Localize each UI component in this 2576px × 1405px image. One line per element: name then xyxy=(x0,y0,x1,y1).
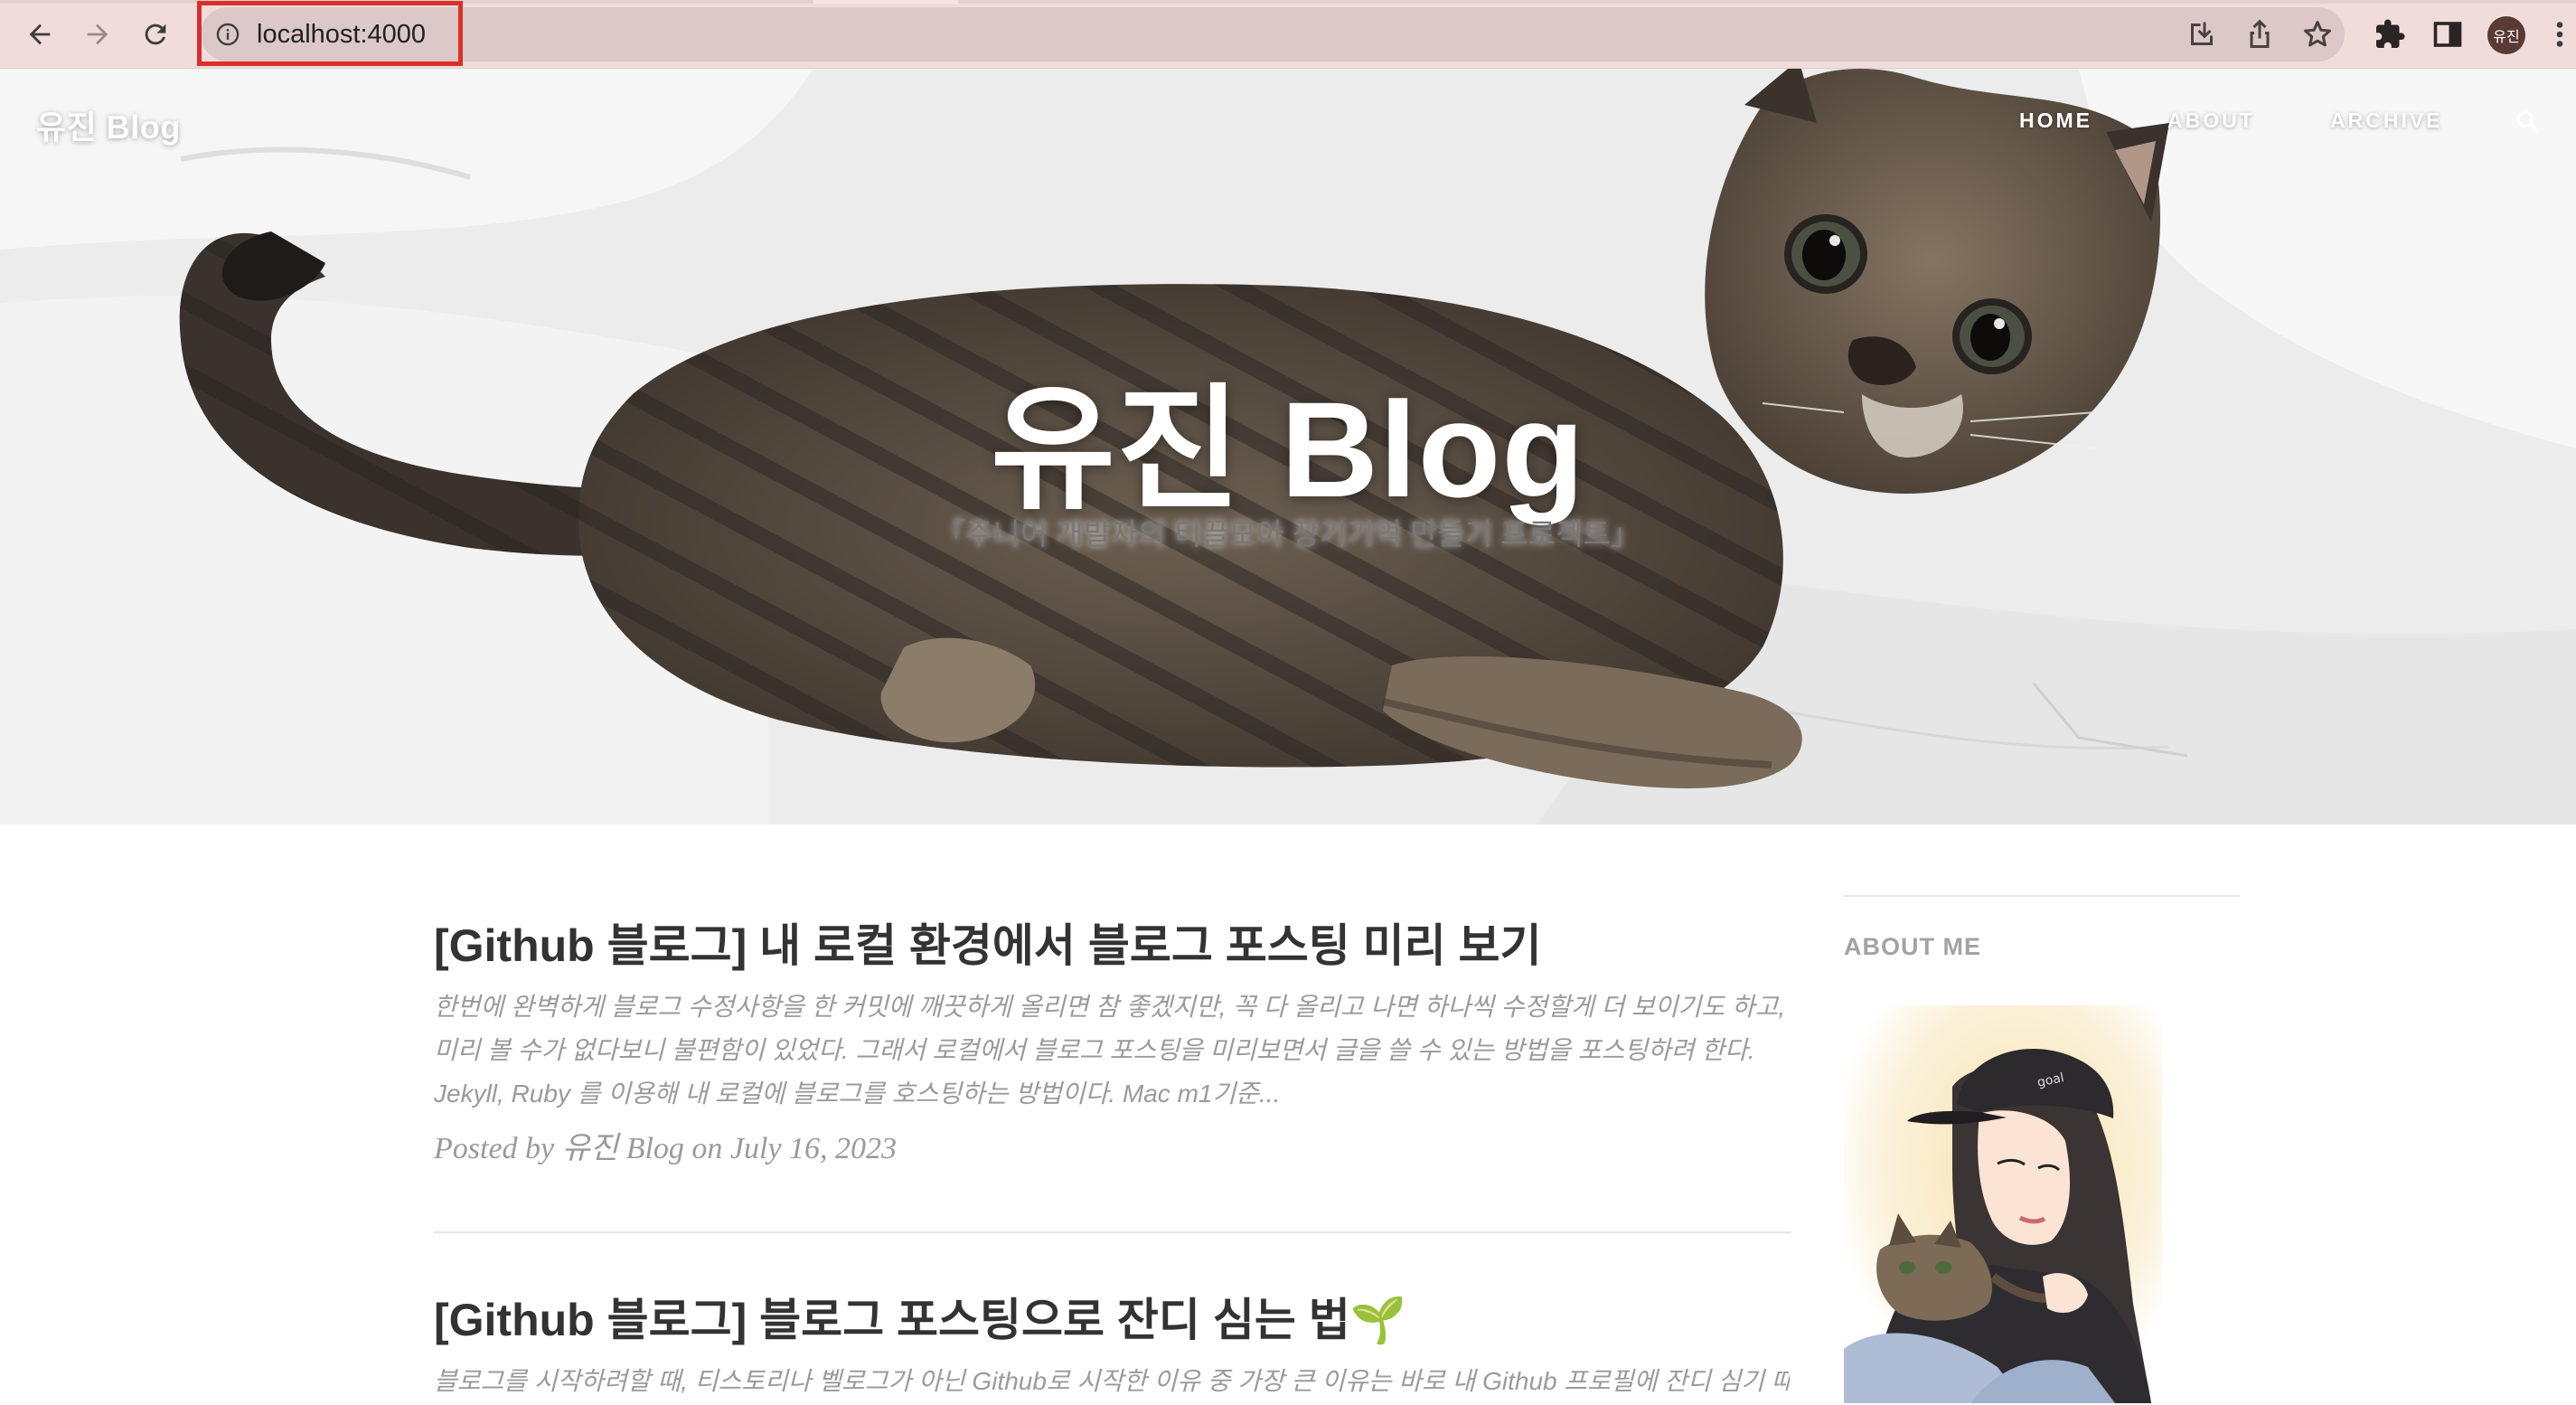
author-illustration: goal xyxy=(1844,1005,2162,1403)
post-preview: [Github 블로그] 내 로컬 환경에서 블로그 포스팅 미리 보기 한번에… xyxy=(434,919,1790,1167)
address-bar[interactable] xyxy=(201,7,2345,61)
nav-archive-link[interactable]: ARCHIVE xyxy=(2330,108,2443,133)
post-excerpt[interactable]: 한번에 완벽하게 블로그 수정사항을 한 커밋에 깨끗하게 올리면 참 좋겠지만… xyxy=(434,985,1790,1116)
menu-dots-icon[interactable] xyxy=(2551,18,2569,51)
search-icon[interactable] xyxy=(2515,108,2540,134)
reload-icon xyxy=(145,24,166,45)
post-meta: Posted by 유진 Blog on July 16, 2023 xyxy=(434,1132,898,1165)
about-me-heading: ABOUT ME xyxy=(1844,933,1981,960)
nav-about-link[interactable]: ABOUT xyxy=(2167,108,2255,133)
sidebar-divider xyxy=(1844,895,2240,897)
forward-arrow-icon xyxy=(87,24,108,45)
hero-title: 유진 Blog xyxy=(991,373,1585,525)
install-icon[interactable] xyxy=(2186,18,2218,51)
hero-header: 유진 Blog HOME ABOUT ARCHIVE 유진 Blog 「주니어 … xyxy=(0,69,2576,825)
extensions-puzzle-icon[interactable] xyxy=(2374,18,2406,51)
site-brand-link[interactable]: 유진 Blog xyxy=(36,101,181,148)
back-button[interactable] xyxy=(20,14,60,54)
bookmark-star-icon[interactable] xyxy=(2301,18,2334,51)
side-panel-icon[interactable] xyxy=(2431,18,2464,51)
post-divider xyxy=(434,1231,1791,1233)
post-title-link[interactable]: [Github 블로그] 내 로컬 환경에서 블로그 포스팅 미리 보기 xyxy=(434,919,1790,973)
back-arrow-icon xyxy=(29,24,51,45)
reload-button[interactable] xyxy=(136,14,175,54)
share-icon[interactable] xyxy=(2243,18,2276,51)
url-highlight-box xyxy=(197,1,463,66)
browser-toolbar: localhost:4000 유진 xyxy=(0,0,2576,69)
nav-home-link[interactable]: HOME xyxy=(2019,108,2092,133)
post-preview: [Github 블로그] 블로그 포스팅으로 잔디 심는 법🌱 블로그를 시작하… xyxy=(434,1293,1790,1403)
forward-button[interactable] xyxy=(78,14,118,54)
profile-avatar[interactable]: 유진 xyxy=(2487,16,2525,54)
sidebar: ABOUT ME goal xyxy=(1844,895,2240,1403)
hero-subtitle: 「주니어 개발자의 티끌모아 장기기억 만들기 프로젝트」 xyxy=(935,517,1641,551)
post-title-link[interactable]: [Github 블로그] 블로그 포스팅으로 잔디 심는 법🌱 xyxy=(434,1293,1790,1347)
post-excerpt[interactable]: 블로그를 시작하려할 때, 티스토리나 벨로그가 아닌 Github로 시작한 … xyxy=(434,1360,1790,1403)
